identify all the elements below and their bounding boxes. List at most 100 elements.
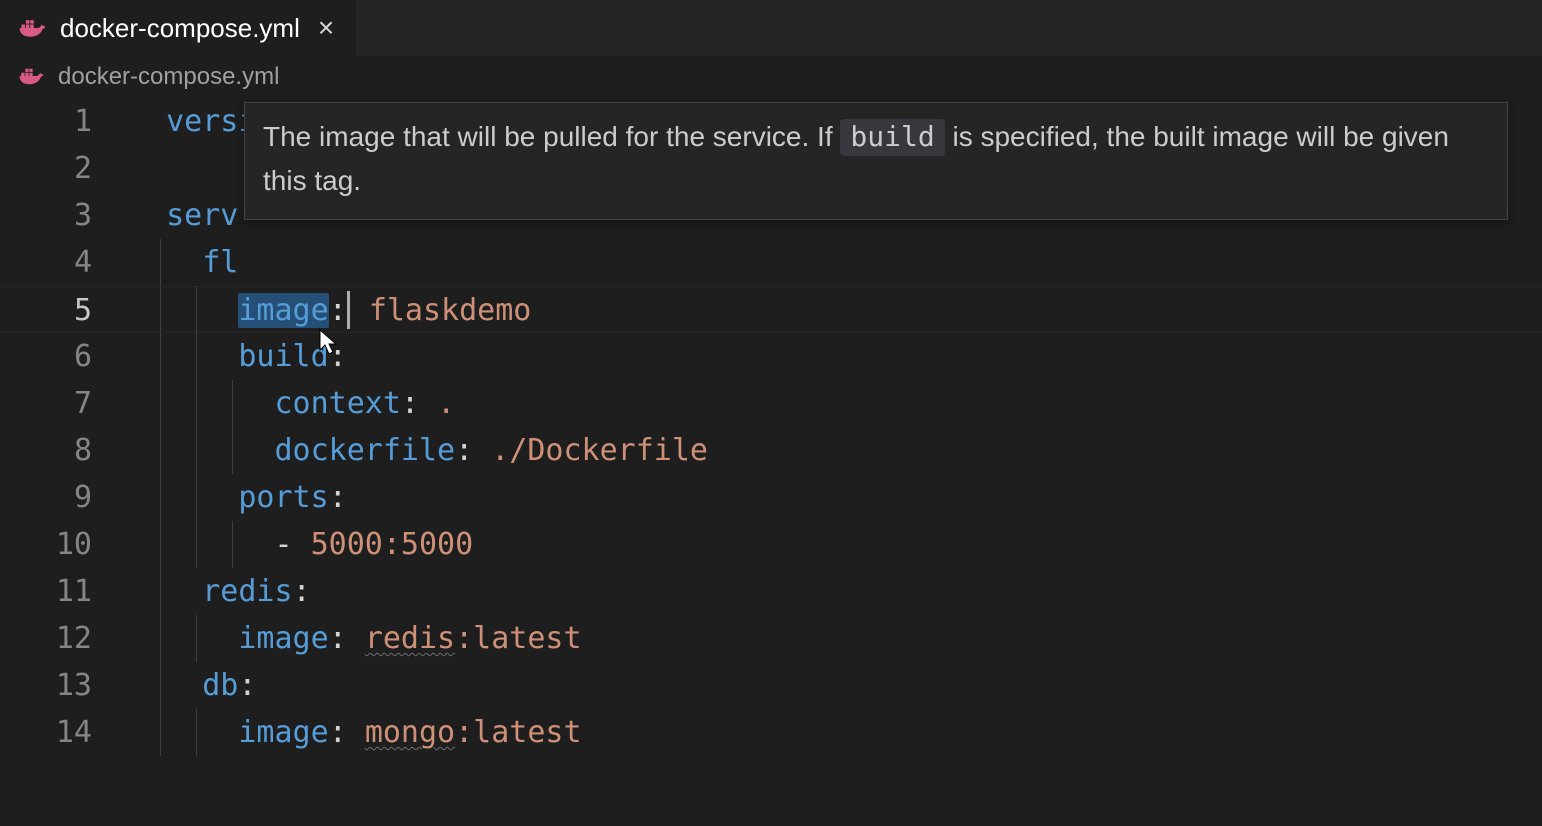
yaml-key: fl — [202, 245, 238, 280]
line-number: 12 — [0, 615, 130, 662]
punctuation: - — [238, 527, 310, 562]
code-content[interactable]: db: — [130, 662, 1542, 709]
docker-whale-icon — [18, 66, 46, 88]
yaml-key: ports — [238, 480, 328, 515]
yaml-key: redis — [202, 574, 292, 609]
indent-guide — [160, 474, 161, 521]
indent-guide — [232, 427, 233, 474]
yaml-key: dockerfile — [275, 433, 456, 468]
punctuation: : — [293, 574, 311, 609]
indent-guide — [232, 521, 233, 568]
yaml-key-selected: image — [238, 293, 328, 328]
yaml-key: serv — [166, 198, 238, 233]
yaml-value: mongo — [365, 715, 455, 750]
punctuation: : — [455, 433, 491, 468]
code-editor[interactable]: The image that will be pulled for the se… — [0, 98, 1542, 756]
code-content[interactable]: image: redis:latest — [130, 615, 1542, 662]
breadcrumb-filename: docker-compose.yml — [58, 63, 279, 91]
yaml-value: :latest — [455, 715, 581, 750]
indent-guide — [160, 709, 161, 756]
indent-guide — [196, 380, 197, 427]
code-line[interactable]: 12 image: redis:latest — [0, 615, 1542, 662]
code-line[interactable]: 9 ports: — [0, 474, 1542, 521]
indent-guide — [160, 380, 161, 427]
indent-guide — [160, 615, 161, 662]
yaml-value: . — [437, 386, 455, 421]
punctuation: : — [329, 339, 347, 374]
indent-guide — [160, 287, 161, 332]
code-content[interactable]: image: mongo:latest — [130, 709, 1542, 756]
code-content[interactable]: context: . — [130, 380, 1542, 427]
indent-guide — [196, 427, 197, 474]
line-number: 1 — [0, 98, 130, 145]
yaml-value: :latest — [455, 621, 581, 656]
punctuation — [351, 293, 369, 328]
indent-guide — [232, 380, 233, 427]
indent-guide — [196, 287, 197, 332]
code-content[interactable]: image: flaskdemo — [130, 287, 1542, 332]
code-content[interactable]: build: — [130, 333, 1542, 380]
yaml-key: context — [275, 386, 401, 421]
punctuation: : — [329, 293, 347, 328]
code-line[interactable]: 10 - 5000:5000 — [0, 521, 1542, 568]
indent-guide — [160, 427, 161, 474]
line-number: 14 — [0, 709, 130, 756]
punctuation: : — [329, 480, 347, 515]
tab-filename: docker-compose.yml — [60, 13, 300, 44]
indent-guide — [160, 521, 161, 568]
tooltip-code-chip: build — [840, 119, 944, 156]
code-line[interactable]: 14 image: mongo:latest — [0, 709, 1542, 756]
indent-guide — [196, 615, 197, 662]
text-cursor — [347, 291, 350, 329]
line-number: 8 — [0, 427, 130, 474]
line-number: 5 — [0, 287, 130, 332]
indent-guide — [160, 333, 161, 380]
punctuation: : — [329, 715, 365, 750]
breadcrumb[interactable]: docker-compose.yml — [0, 56, 1542, 98]
punctuation: : — [401, 386, 437, 421]
code-line[interactable]: 11 redis: — [0, 568, 1542, 615]
line-number: 9 — [0, 474, 130, 521]
yaml-key: image — [238, 715, 328, 750]
indent-guide — [196, 521, 197, 568]
code-line[interactable]: 5 image: flaskdemo — [0, 286, 1542, 333]
tooltip-text: The image that will be pulled for the se… — [263, 121, 840, 152]
line-number: 4 — [0, 239, 130, 286]
indent-guide — [196, 474, 197, 521]
yaml-value: flaskdemo — [369, 293, 532, 328]
code-content[interactable]: fl — [130, 239, 1542, 286]
line-number: 7 — [0, 380, 130, 427]
line-number: 13 — [0, 662, 130, 709]
indent-guide — [196, 333, 197, 380]
punctuation: : — [329, 621, 365, 656]
code-line[interactable]: 6 build: — [0, 333, 1542, 380]
indent-guide — [160, 662, 161, 709]
code-line[interactable]: 7 context: . — [0, 380, 1542, 427]
indent-guide — [160, 239, 161, 286]
yaml-key: build — [238, 339, 328, 374]
yaml-key: db — [202, 668, 238, 703]
punctuation: : — [238, 668, 256, 703]
code-line[interactable]: 13 db: — [0, 662, 1542, 709]
docker-whale-icon — [18, 17, 46, 39]
yaml-value: redis — [365, 621, 455, 656]
line-number: 10 — [0, 521, 130, 568]
close-icon[interactable]: × — [314, 14, 338, 42]
line-number: 11 — [0, 568, 130, 615]
yaml-value: ./Dockerfile — [491, 433, 708, 468]
tab-bar: docker-compose.yml × — [0, 0, 1542, 56]
line-number: 6 — [0, 333, 130, 380]
tab-docker-compose[interactable]: docker-compose.yml × — [0, 0, 357, 56]
code-content[interactable]: dockerfile: ./Dockerfile — [130, 427, 1542, 474]
indent-guide — [160, 568, 161, 615]
code-line[interactable]: 8 dockerfile: ./Dockerfile — [0, 427, 1542, 474]
code-line[interactable]: 4 fl — [0, 239, 1542, 286]
indent-guide — [196, 709, 197, 756]
yaml-key: image — [238, 621, 328, 656]
hover-tooltip: The image that will be pulled for the se… — [244, 102, 1508, 220]
code-content[interactable]: redis: — [130, 568, 1542, 615]
yaml-value: 5000:5000 — [311, 527, 474, 562]
code-content[interactable]: - 5000:5000 — [130, 521, 1542, 568]
line-number: 2 — [0, 145, 130, 192]
code-content[interactable]: ports: — [130, 474, 1542, 521]
